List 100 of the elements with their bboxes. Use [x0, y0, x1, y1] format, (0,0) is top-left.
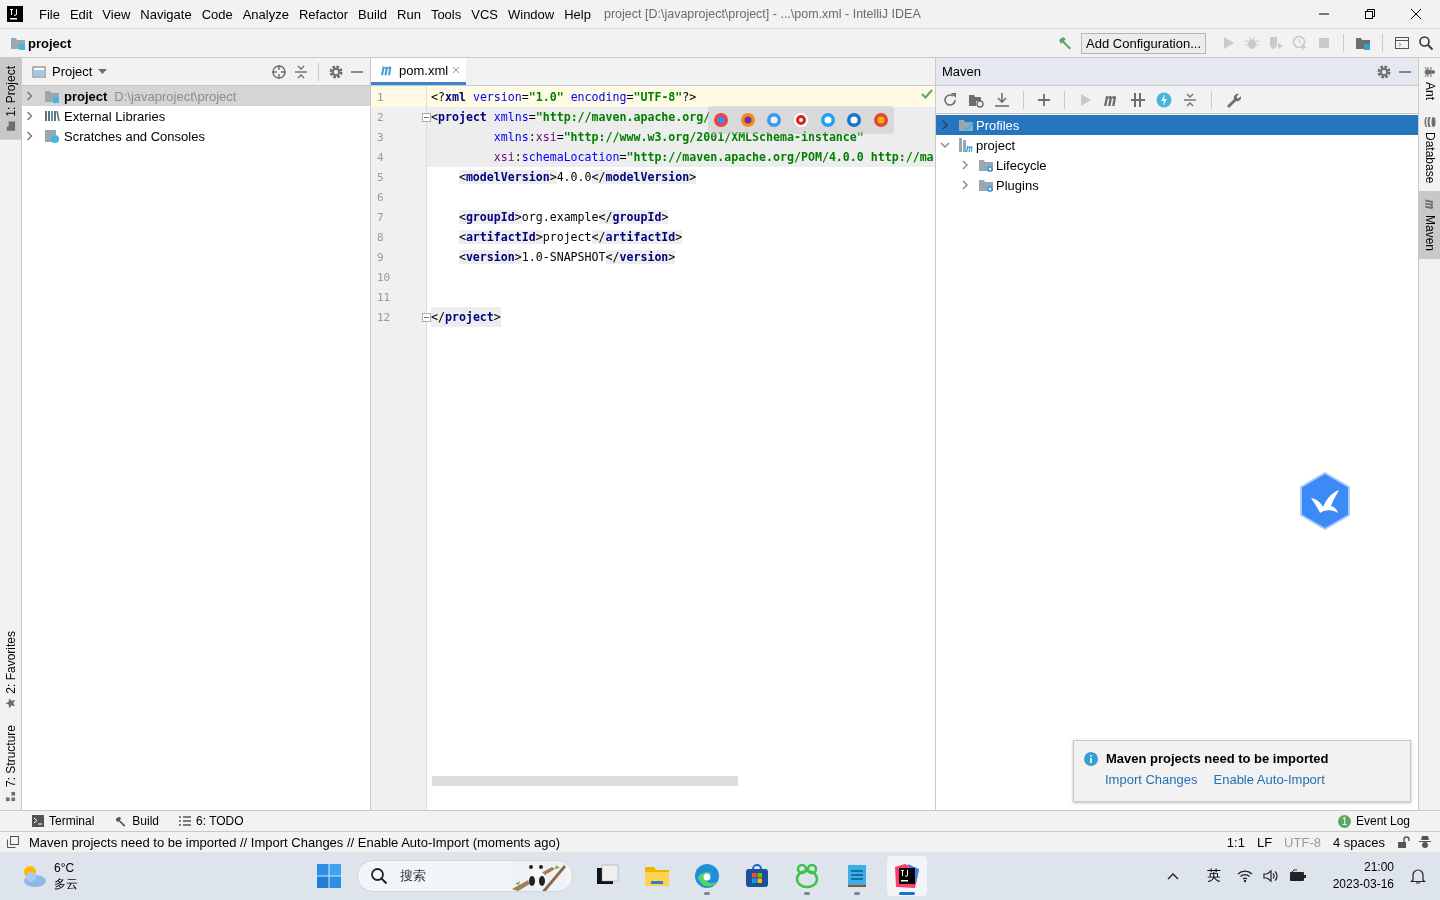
status-item[interactable]: 1:1	[1226, 834, 1245, 850]
line-number: 6	[377, 190, 384, 204]
chevron-icon[interactable]	[940, 120, 950, 130]
settings-icon[interactable]	[1376, 63, 1392, 80]
search-field[interactable]: 搜索	[357, 860, 574, 892]
restore-icon[interactable]	[1364, 8, 1376, 20]
app-logo-icon	[7, 6, 23, 22]
settings-icon[interactable]	[328, 63, 344, 80]
taskbar-app[interactable]	[887, 856, 928, 896]
tool-window-tab[interactable]: Ant	[1419, 58, 1440, 108]
chevron-up-icon[interactable]	[1166, 872, 1179, 880]
browser-icon[interactable]	[713, 112, 730, 128]
add-icon[interactable]	[1037, 92, 1051, 107]
browser-icon	[694, 863, 721, 889]
collapse-all-icon[interactable]	[1182, 91, 1198, 108]
menu-item[interactable]: Window	[502, 6, 560, 22]
wrench-icon[interactable]	[1225, 91, 1241, 108]
tool-window-tab[interactable]: 2: Favorites	[0, 623, 21, 717]
bell-icon[interactable]	[1410, 868, 1426, 884]
menu-item[interactable]: View	[97, 6, 136, 22]
tool-window-tab[interactable]: 6: TODO	[179, 814, 244, 828]
menu-item[interactable]: Code	[196, 6, 238, 22]
terminal-icon	[32, 815, 44, 827]
scrollbar[interactable]	[432, 776, 738, 786]
chevron-icon[interactable]	[960, 180, 970, 190]
lock-icon[interactable]	[1397, 835, 1410, 849]
breadcrumb[interactable]: project	[28, 35, 72, 51]
close-icon[interactable]	[1410, 8, 1422, 20]
search-icon[interactable]	[1418, 35, 1434, 51]
clock-date[interactable]: 2023-03-16	[1332, 876, 1394, 893]
lightning-icon[interactable]	[1156, 91, 1172, 108]
tree-item[interactable]: Scratches and Consoles	[22, 126, 370, 146]
tree-item[interactable]: project	[936, 135, 1418, 155]
collapse-all-icon[interactable]	[293, 63, 309, 80]
menu-item[interactable]: Run	[392, 6, 426, 22]
menu-item[interactable]: Tools	[425, 6, 467, 22]
menu-item[interactable]: Analyze	[237, 6, 294, 22]
tree-item[interactable]: Profiles	[936, 115, 1418, 135]
tree-item[interactable]: Lifecycle	[936, 155, 1418, 175]
tool-window-tab[interactable]: Terminal	[32, 814, 95, 828]
chevron-icon[interactable]	[960, 160, 970, 170]
code-line: <groupId>org.example</groupId>	[458, 209, 669, 226]
tool-window-tab[interactable]: 1: Project	[0, 58, 21, 140]
panel-title: Maven	[942, 64, 982, 79]
skip-tests-icon[interactable]	[1130, 91, 1146, 108]
check-icon	[921, 89, 933, 99]
menu-item[interactable]: Help	[559, 6, 596, 22]
tool-window-tab[interactable]: Build	[114, 814, 160, 828]
menu-item[interactable]: Build	[353, 6, 392, 22]
browser-icon[interactable]	[872, 112, 889, 128]
battery-icon[interactable]	[1288, 869, 1307, 883]
notification-title: Maven projects need to be imported	[1106, 751, 1329, 766]
tool-window-tab[interactable]: Maven	[1419, 191, 1440, 260]
menu-item[interactable]: Refactor	[293, 6, 354, 22]
window-toggle-icon[interactable]	[7, 836, 19, 848]
menu-item[interactable]: Edit	[64, 6, 98, 22]
browser-icon[interactable]	[846, 112, 863, 128]
tree-item[interactable]: Plugins	[936, 175, 1418, 195]
project-structure-icon[interactable]	[1355, 35, 1371, 51]
tool-window-tab[interactable]: 7: Structure	[0, 716, 21, 810]
action-link[interactable]: Enable Auto-Import	[1213, 772, 1325, 787]
window-title: project [D:\javaproject\project] - ...\pom.xml - IntelliJ IDEA	[603, 7, 921, 21]
line-number: 2	[377, 110, 384, 124]
status-item[interactable]: LF	[1256, 834, 1273, 850]
line-number: 5	[377, 170, 384, 184]
caret-icon[interactable]	[98, 68, 108, 75]
editor-tab[interactable]: pom.xml	[371, 58, 467, 85]
download-icon[interactable]	[994, 91, 1010, 108]
hammer-icon[interactable]	[1057, 35, 1074, 51]
window-icon[interactable]	[1394, 35, 1410, 51]
inspector-icon[interactable]	[1418, 835, 1432, 849]
bird-logo-icon[interactable]	[1299, 472, 1351, 530]
clock-time[interactable]: 21:00	[1364, 859, 1394, 876]
start-icon[interactable]	[317, 864, 342, 888]
code-line: xmlns:xsi="http://www.w3.org/2001/XMLSchema-instance"	[493, 129, 864, 146]
menu-item[interactable]: VCS	[466, 6, 503, 22]
status-item[interactable]: 4 spaces	[1332, 834, 1385, 850]
locate-icon[interactable]	[271, 63, 287, 80]
browser-icon[interactable]	[766, 112, 783, 128]
weather-condition: 多云	[54, 876, 78, 892]
fold-icon[interactable]	[422, 113, 431, 122]
event-log-button[interactable]: 1 Event Log	[1337, 814, 1410, 828]
speaker-icon[interactable]	[1262, 869, 1279, 883]
run-configuration-button[interactable]: Add Configuration...	[1081, 32, 1206, 54]
browser-icon[interactable]	[792, 112, 809, 128]
wifi-icon[interactable]	[1236, 869, 1253, 883]
input-method[interactable]: 英	[1206, 867, 1221, 885]
code-line: <version>1.0-SNAPSHOT</version>	[458, 249, 676, 266]
menu-item[interactable]: Navigate	[135, 6, 197, 22]
browser-icon[interactable]	[819, 112, 836, 128]
refresh-icon[interactable]	[942, 91, 958, 108]
tree-item[interactable]: project D:\javaproject\project	[22, 86, 370, 106]
tree-item[interactable]: External Libraries	[22, 106, 370, 126]
action-link[interactable]: Import Changes	[1105, 772, 1198, 787]
chevron-icon[interactable]	[940, 140, 950, 150]
fold-icon[interactable]	[422, 313, 431, 322]
view-selector[interactable]: Project	[52, 64, 93, 79]
menu-item[interactable]: File	[34, 6, 65, 22]
tool-window-tab[interactable]: Database	[1419, 108, 1440, 192]
browser-icon[interactable]	[739, 112, 756, 128]
